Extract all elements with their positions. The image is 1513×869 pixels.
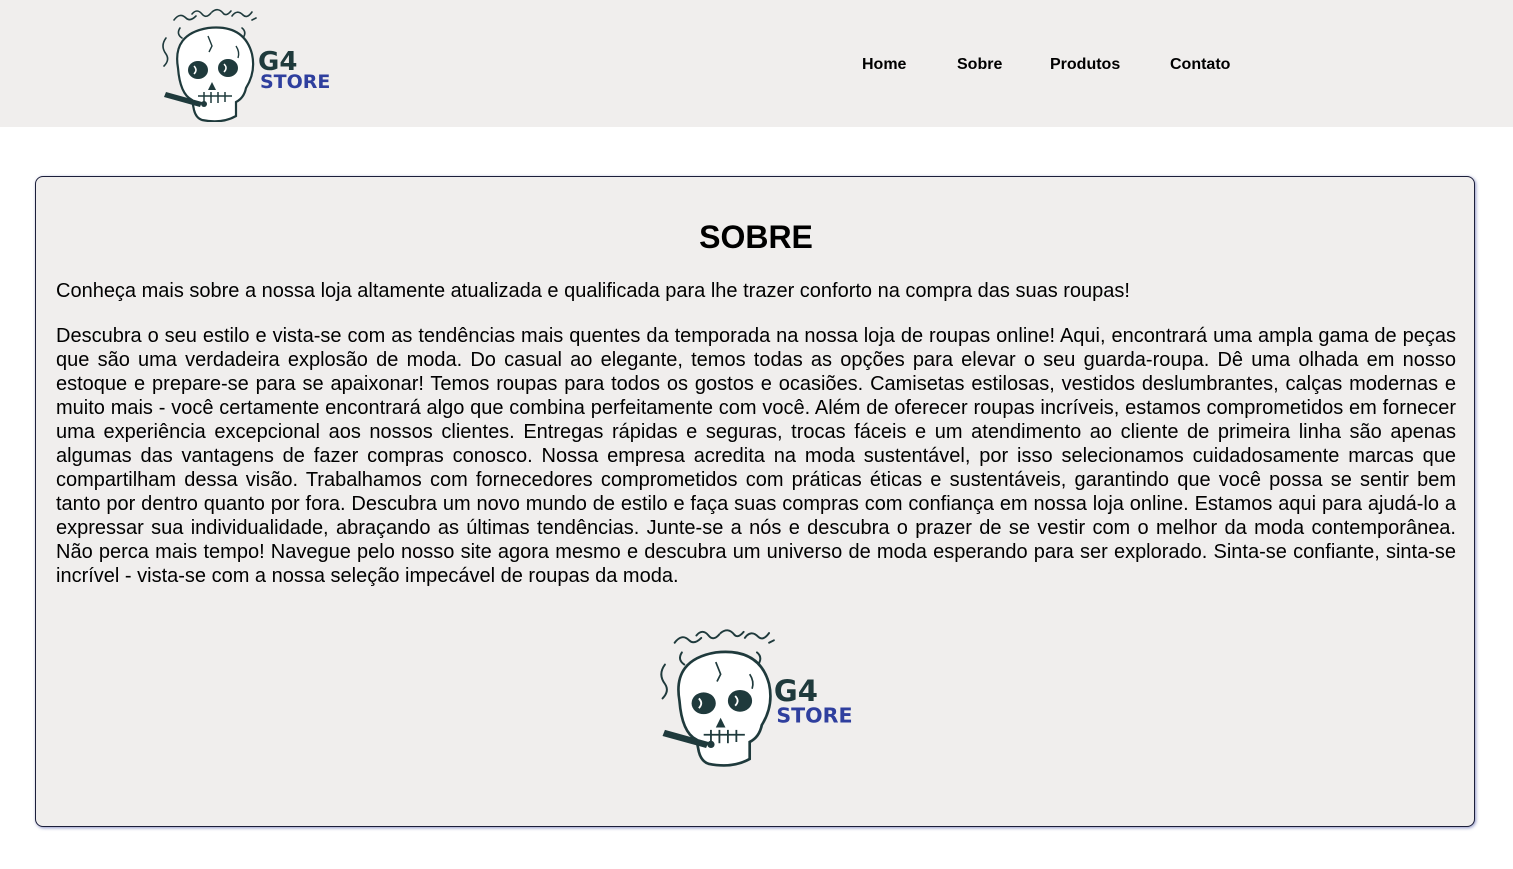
main-nav: Home Sobre Produtos Contato [0, 56, 1513, 76]
nav-produtos-link[interactable]: Produtos [1050, 56, 1120, 74]
site-header: G4 STORE Home Sobre Produtos Contato [0, 0, 1513, 127]
skull-logo-icon: G4 STORE [660, 629, 853, 767]
about-title: SOBRE [699, 219, 813, 255]
nav-sobre-link[interactable]: Sobre [957, 56, 1002, 74]
about-intro: Conheça mais sobre a nossa loja altament… [56, 280, 1130, 302]
nav-home-link[interactable]: Home [862, 56, 906, 74]
nav-contato-link[interactable]: Contato [1170, 56, 1230, 74]
about-card: SOBRE Conheça mais sobre a nossa loja al… [35, 176, 1475, 827]
about-body: Descubra o seu estilo e vista-se com as … [56, 325, 1456, 587]
about-logo: G4 STORE [648, 621, 878, 771]
brand-store: STORE [776, 704, 852, 728]
